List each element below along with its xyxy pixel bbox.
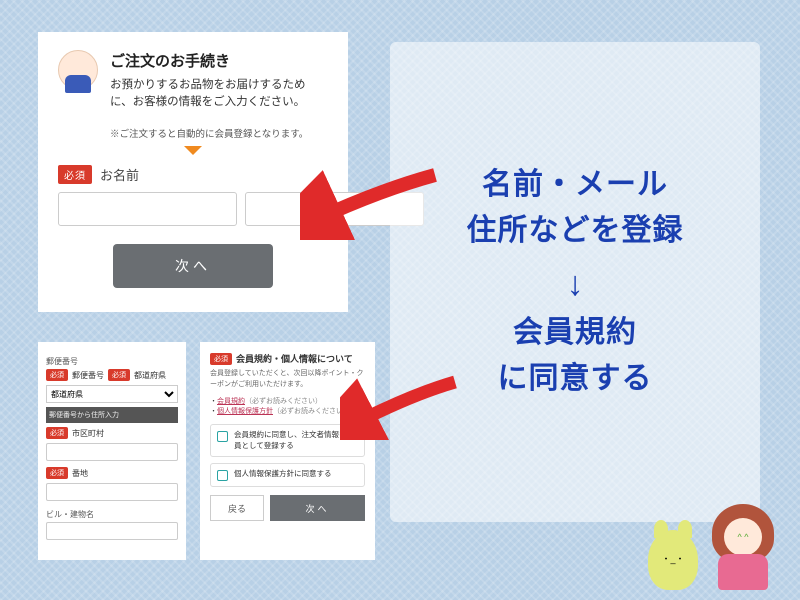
postal-label: 郵便番号 bbox=[72, 370, 104, 381]
annotation-panel: 名前・メール 住所などを登録 ↓ 会員規約 に同意する bbox=[390, 42, 760, 522]
required-badge: 必須 bbox=[46, 369, 68, 381]
girl-mascot-icon: ^ ^ bbox=[708, 504, 778, 590]
pref-label: 都道府県 bbox=[134, 370, 166, 381]
panel1-title: ご注文のお手続き bbox=[110, 50, 328, 71]
privacy-link[interactable]: 個人情報保護方針 bbox=[217, 408, 273, 415]
checkbox-icon bbox=[217, 470, 228, 481]
arrow-down-icon: ↓ bbox=[567, 265, 584, 304]
building-input[interactable] bbox=[46, 522, 178, 540]
next-button[interactable]: 次へ bbox=[270, 495, 365, 521]
agree-terms-label: 会員規約に同意し、注文者情報を会員として登録する bbox=[234, 430, 358, 451]
cat-mascot-icon: ・_・ bbox=[648, 530, 698, 590]
last-name-input[interactable] bbox=[58, 192, 237, 226]
mascot-characters: ・_・ ^ ^ bbox=[648, 504, 778, 590]
annot-line: 住所などを登録 bbox=[467, 208, 684, 255]
terms-title: 会員規約・個人情報について bbox=[236, 352, 353, 365]
annot-line: 名前・メール bbox=[482, 162, 668, 209]
back-button[interactable]: 戻る bbox=[210, 495, 264, 521]
agree-terms-checkbox-row[interactable]: 会員規約に同意し、注文者情報を会員として登録する bbox=[210, 424, 365, 457]
annot-line: に同意する bbox=[498, 356, 653, 403]
name-label: お名前 bbox=[100, 165, 139, 184]
next-button[interactable]: 次へ bbox=[113, 244, 273, 288]
required-badge: 必須 bbox=[58, 165, 92, 184]
building-label: ビル・建物名 bbox=[46, 509, 178, 520]
required-badge: 必須 bbox=[46, 427, 68, 439]
panel1-note: ※ご注文すると自動的に会員登録となります。 bbox=[58, 126, 328, 140]
address-form-panel: 郵便番号 必須 郵便番号 必須 都道府県 都道府県 郵便番号から住所入力 必須 … bbox=[38, 342, 186, 560]
triangle-down-icon bbox=[184, 146, 202, 155]
terms-link[interactable]: 会員規約 bbox=[217, 398, 245, 405]
postal-heading: 郵便番号 bbox=[46, 356, 178, 367]
terms-panel: 必須 会員規約・個人情報について 会員登録していただくと、次回以降ポイント・クー… bbox=[200, 342, 375, 560]
panel1-subtitle: お預かりするお品物をお届けするために、お客様の情報をご入力ください。 bbox=[110, 77, 328, 112]
checkbox-icon bbox=[217, 431, 228, 442]
order-form-panel: ご注文のお手続き お預かりするお品物をお届けするために、お客様の情報をご入力くだ… bbox=[38, 32, 348, 312]
prefecture-select[interactable]: 都道府県 bbox=[46, 385, 178, 403]
staff-avatar-icon bbox=[58, 50, 98, 90]
required-badge: 必須 bbox=[210, 353, 232, 365]
terms-desc: 会員登録していただくと、次回以降ポイント・クーポンがご利用いただけます。 bbox=[210, 369, 365, 390]
required-badge: 必須 bbox=[108, 369, 130, 381]
address-lookup-bar[interactable]: 郵便番号から住所入力 bbox=[46, 407, 178, 423]
street-label: 番地 bbox=[72, 468, 88, 479]
agree-privacy-label: 個人情報保護方針に同意する bbox=[234, 469, 332, 480]
annot-line: 会員規約 bbox=[513, 310, 637, 357]
city-input[interactable] bbox=[46, 443, 178, 461]
required-badge: 必須 bbox=[46, 467, 68, 479]
city-label: 市区町村 bbox=[72, 428, 104, 439]
street-input[interactable] bbox=[46, 483, 178, 501]
agree-privacy-checkbox-row[interactable]: 個人情報保護方針に同意する bbox=[210, 463, 365, 487]
